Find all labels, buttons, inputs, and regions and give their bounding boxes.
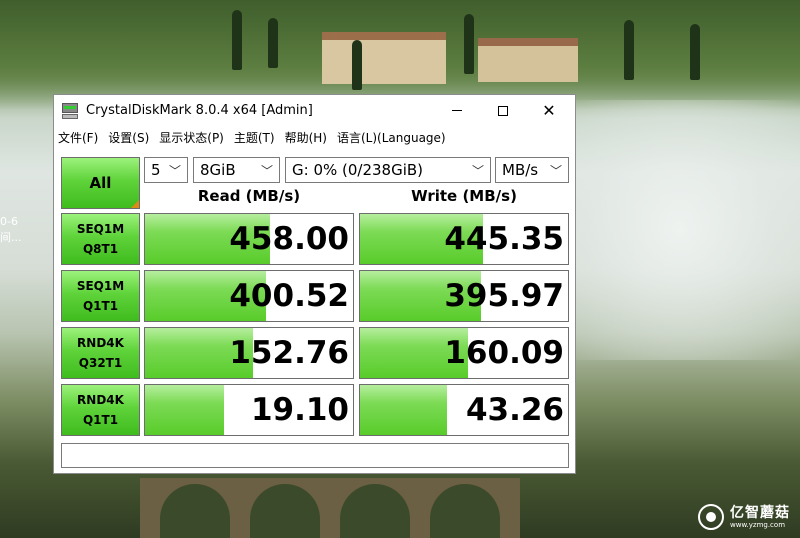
- test-count-select[interactable]: 5 ﹀: [144, 157, 188, 183]
- read-result-cell: 19.10: [144, 384, 354, 436]
- write-result-value: 445.35: [444, 221, 564, 257]
- comment-input[interactable]: [61, 443, 569, 468]
- wallpaper-tree: [624, 20, 634, 80]
- menu-theme[interactable]: 主题(T): [234, 129, 281, 146]
- write-column-header: Write (MB/s): [411, 187, 517, 205]
- desktop-icon-label[interactable]: 0-6 间...: [0, 214, 22, 246]
- chevron-down-icon: ﹀: [471, 164, 484, 178]
- title-bar[interactable]: CrystalDiskMark 8.0.4 x64 [Admin] ✕: [54, 95, 575, 126]
- write-result-cell: 395.97: [359, 270, 569, 322]
- read-result-value: 400.52: [229, 278, 349, 314]
- write-result-value: 160.09: [444, 335, 564, 371]
- wallpaper-house: [478, 38, 578, 82]
- read-result-cell: 152.76: [144, 327, 354, 379]
- wallpaper-tree: [232, 10, 242, 70]
- test-button-rnd4k-q1t1[interactable]: RND4K Q1T1: [61, 384, 140, 436]
- drive-value: G: 0% (0/238GiB): [292, 161, 424, 179]
- maximize-icon: [498, 105, 508, 116]
- watermark-url: www.yzmg.com: [730, 520, 786, 529]
- test-size-select[interactable]: 8GiB ﹀: [193, 157, 280, 183]
- desktop-icon-label-line1: 0-6: [0, 215, 18, 228]
- wallpaper-tree: [268, 18, 278, 68]
- window-title: CrystalDiskMark 8.0.4 x64 [Admin]: [86, 103, 313, 118]
- menu-profile[interactable]: 显示状态(P): [159, 129, 230, 146]
- write-result-bar: [360, 385, 448, 435]
- read-result-value: 152.76: [229, 335, 349, 371]
- test-label-line2: Q32T1: [78, 356, 123, 370]
- test-button-seq1m-q8t1[interactable]: SEQ1M Q8T1: [61, 213, 140, 265]
- drive-select[interactable]: G: 0% (0/238GiB) ﹀: [285, 157, 491, 183]
- maximize-button[interactable]: [480, 95, 526, 126]
- write-result-value: 43.26: [465, 392, 564, 428]
- test-label-line1: RND4K: [77, 336, 124, 350]
- menu-help[interactable]: 帮助(H): [285, 129, 333, 146]
- read-result-value: 19.10: [250, 392, 349, 428]
- chevron-down-icon: ﹀: [168, 164, 181, 178]
- wallpaper-fog: [560, 100, 800, 360]
- test-count-value: 5: [151, 161, 161, 179]
- test-label-line1: RND4K: [77, 393, 124, 407]
- read-result-cell: 458.00: [144, 213, 354, 265]
- test-label-line2: Q1T1: [82, 413, 119, 427]
- unit-value: MB/s: [502, 161, 539, 179]
- wallpaper-tree: [690, 24, 700, 80]
- watermark-title: 亿智蘑菇: [730, 504, 790, 521]
- write-result-cell: 160.09: [359, 327, 569, 379]
- write-result-cell: 445.35: [359, 213, 569, 265]
- wallpaper-tree: [352, 40, 362, 90]
- read-result-value: 458.00: [229, 221, 349, 257]
- minimize-button[interactable]: [434, 95, 480, 126]
- run-all-label: All: [89, 174, 112, 192]
- menu-bar: 文件(F) 设置(S) 显示状态(P) 主题(T) 帮助(H) 语言(L)(La…: [54, 126, 575, 148]
- test-label-line2: Q1T1: [82, 299, 119, 313]
- crystaldiskmark-window: CrystalDiskMark 8.0.4 x64 [Admin] ✕ 文件(F…: [53, 94, 576, 474]
- write-result-cell: 43.26: [359, 384, 569, 436]
- watermark-logo-icon: [698, 504, 724, 530]
- test-button-rnd4k-q32t1[interactable]: RND4K Q32T1: [61, 327, 140, 379]
- read-result-cell: 400.52: [144, 270, 354, 322]
- menu-settings[interactable]: 设置(S): [108, 129, 155, 146]
- chevron-down-icon: ﹀: [260, 164, 273, 178]
- unit-select[interactable]: MB/s ﹀: [495, 157, 569, 183]
- read-result-bar: [145, 385, 225, 435]
- write-result-value: 395.97: [444, 278, 564, 314]
- test-size-value: 8GiB: [200, 161, 236, 179]
- wallpaper-tree: [464, 14, 474, 74]
- chevron-down-icon: ﹀: [549, 164, 562, 178]
- close-icon: ✕: [542, 100, 556, 120]
- corner-marker-icon: [131, 200, 139, 208]
- menu-file[interactable]: 文件(F): [58, 129, 104, 146]
- close-button[interactable]: ✕: [526, 95, 572, 126]
- watermark: 亿智蘑菇 www.yzmg.com: [698, 504, 790, 530]
- app-disk-icon: [62, 102, 78, 119]
- test-label-line1: SEQ1M: [76, 279, 125, 293]
- run-all-button[interactable]: All: [61, 157, 140, 209]
- desktop-icon-label-line2: 间...: [0, 231, 22, 244]
- test-button-seq1m-q1t1[interactable]: SEQ1M Q1T1: [61, 270, 140, 322]
- wallpaper-house: [322, 32, 446, 84]
- test-label-line1: SEQ1M: [76, 222, 125, 236]
- menu-language[interactable]: 语言(L)(Language): [337, 129, 452, 146]
- test-label-line2: Q8T1: [82, 242, 119, 256]
- minimize-icon: [452, 110, 462, 111]
- read-column-header: Read (MB/s): [197, 187, 301, 205]
